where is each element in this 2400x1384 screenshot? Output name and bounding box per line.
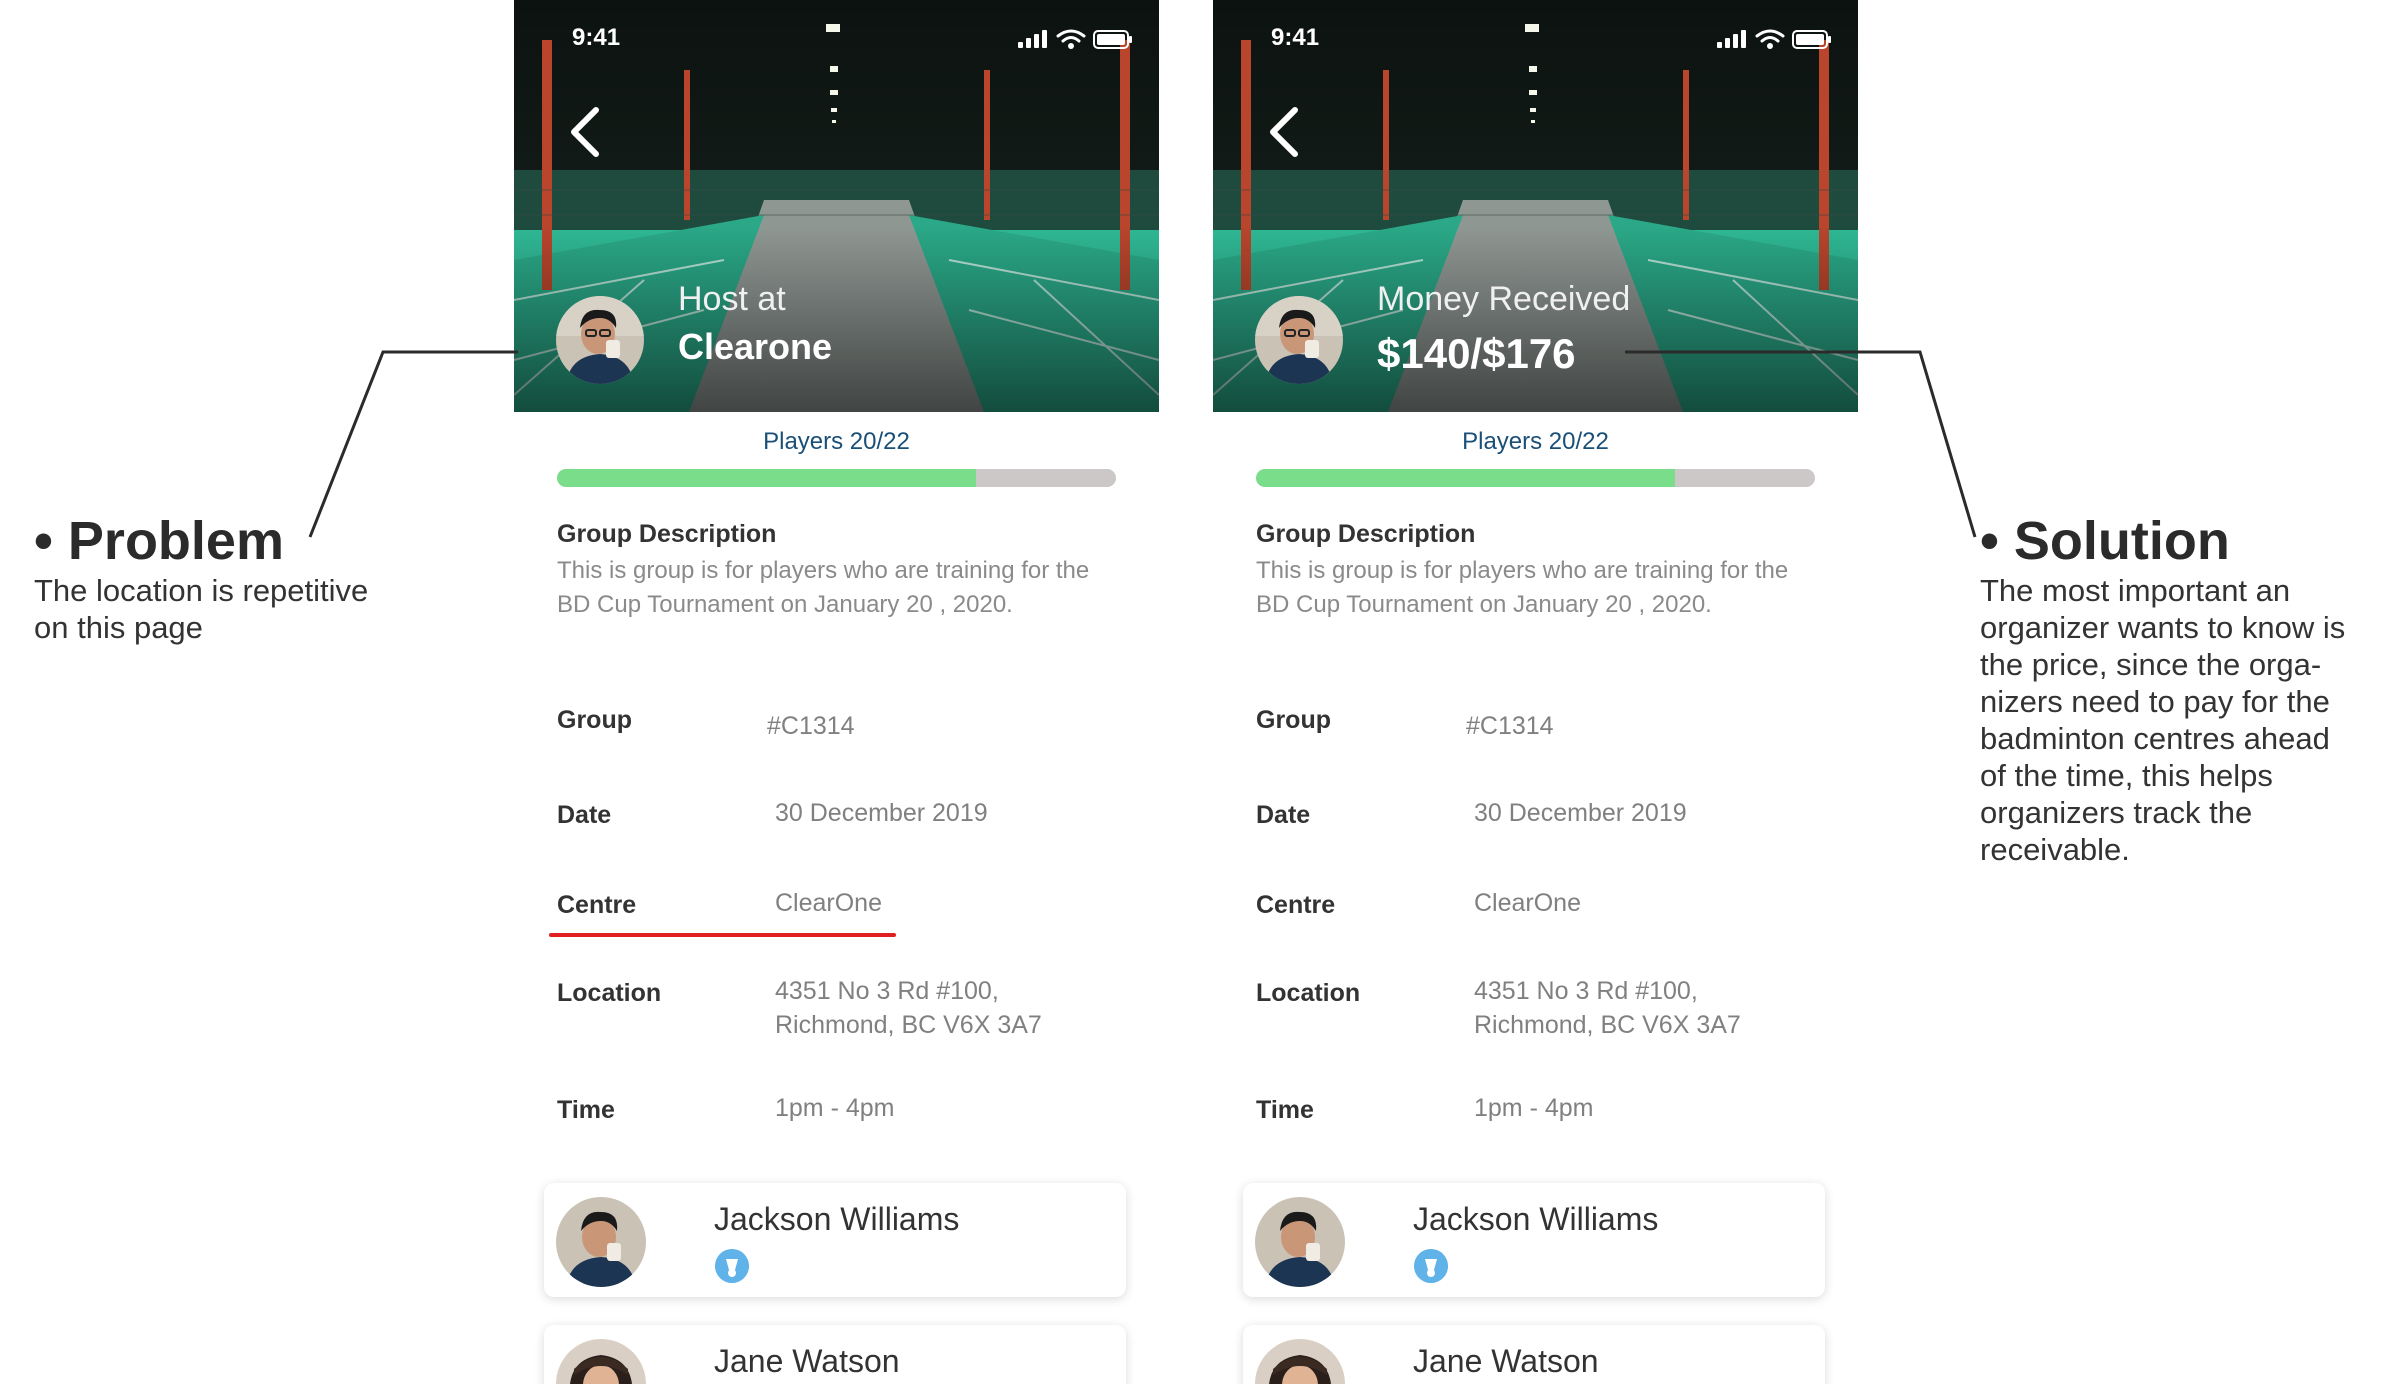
problem-body-line1: The location is repetitive	[34, 573, 369, 608]
players-count: Players 20/22	[763, 428, 910, 455]
location-value-line2: Richmond, BC V6X 3A7	[1474, 1011, 1741, 1039]
member-avatar	[1255, 1339, 1345, 1384]
shuttlecock-icon	[1414, 1249, 1448, 1283]
centre-label: Centre	[1256, 891, 1336, 919]
solution-body-line: organizers track the	[1980, 795, 2253, 830]
problem-body-line2: on this page	[34, 610, 203, 645]
players-progress-bar	[1256, 469, 1815, 487]
centre-highlight-underline	[549, 933, 896, 937]
wifi-icon	[1056, 29, 1086, 43]
group-description-title: Group Description	[557, 520, 777, 548]
group-value: #C1314	[767, 712, 855, 740]
solution-annotation: • Solution The most important an organiz…	[1980, 510, 2345, 868]
status-time: 9:41	[1271, 24, 1320, 51]
problem-annotation: • Problem The location is repetitive on …	[34, 510, 368, 646]
member-name: Jackson Williams	[714, 1201, 960, 1237]
time-label: Time	[1256, 1096, 1314, 1124]
location-label: Location	[1256, 979, 1361, 1007]
time-value: 1pm - 4pm	[1474, 1094, 1594, 1122]
date-label: Date	[557, 801, 612, 829]
solution-title: • Solution	[1980, 511, 2230, 571]
problem-screen: 9:41 Host at Clearone Players 20/22 Grou…	[514, 0, 1159, 1384]
group-label: Group	[1256, 706, 1331, 734]
member-name: Jane Watson	[714, 1343, 900, 1379]
group-description-text: This is group is for players who are tra…	[1256, 557, 1789, 618]
member-card[interactable]: Jane Watson	[544, 1325, 1126, 1384]
date-value: 30 December 2019	[1474, 799, 1687, 827]
battery-icon	[1792, 30, 1831, 49]
hero-title: Clearone	[678, 326, 833, 367]
solution-screen: 9:41 Money Received $140/$176 Players 20…	[1213, 0, 1858, 1384]
group-label: Group	[557, 706, 632, 734]
location-label: Location	[557, 979, 662, 1007]
member-name: Jackson Williams	[1413, 1201, 1659, 1237]
date-value: 30 December 2019	[775, 799, 988, 827]
players-count: Players 20/22	[1462, 428, 1609, 455]
status-time: 9:41	[572, 24, 621, 51]
solution-body-line: The most important an	[1980, 573, 2291, 608]
solution-body-line: nizers need to pay for the	[1980, 684, 2330, 719]
solution-body-line: of the time, this helps	[1980, 758, 2273, 793]
hero-banner: 9:41	[1213, 0, 1858, 412]
solution-body-line: organizer wants to know is	[1980, 610, 2346, 645]
member-card[interactable]: Jackson Williams	[1243, 1183, 1825, 1297]
back-arrow-icon[interactable]	[564, 104, 608, 160]
host-avatar[interactable]	[556, 296, 644, 384]
shuttlecock-icon	[715, 1249, 749, 1283]
location-value-line1: 4351 No 3 Rd #100,	[1474, 977, 1698, 1005]
member-avatar	[556, 1339, 646, 1384]
players-progress-fill	[1256, 469, 1676, 487]
member-card[interactable]: Jane Watson	[1243, 1325, 1825, 1384]
date-label: Date	[1256, 801, 1311, 829]
back-arrow-icon[interactable]	[1263, 104, 1307, 160]
hero-subtitle: Money Received	[1377, 280, 1631, 318]
solution-body-line: the price, since the orga-	[1980, 647, 2322, 682]
hero-banner: 9:41	[514, 0, 1159, 412]
group-description-title: Group Description	[1256, 520, 1476, 548]
group-description-text: This is group is for players who are tra…	[557, 557, 1090, 618]
battery-icon	[1093, 30, 1132, 49]
players-progress-bar	[557, 469, 1116, 487]
signal-icon	[1717, 30, 1746, 48]
location-value-line2: Richmond, BC V6X 3A7	[775, 1011, 1042, 1039]
location-value-line1: 4351 No 3 Rd #100,	[775, 977, 999, 1005]
host-avatar[interactable]	[1255, 296, 1343, 384]
problem-title: • Problem	[34, 511, 284, 571]
status-icons	[1018, 29, 1132, 49]
hero-subtitle: Host at	[678, 280, 786, 318]
member-card[interactable]: Jackson Williams	[544, 1183, 1126, 1297]
member-avatar	[1255, 1197, 1345, 1287]
centre-value: ClearOne	[775, 889, 882, 917]
centre-label: Centre	[557, 891, 637, 919]
wifi-icon	[1755, 29, 1785, 43]
solution-body-line: receivable.	[1980, 832, 2130, 867]
players-progress-fill	[557, 469, 977, 487]
member-name: Jane Watson	[1413, 1343, 1599, 1379]
signal-icon	[1018, 30, 1047, 48]
group-value: #C1314	[1466, 712, 1554, 740]
member-avatar	[556, 1197, 646, 1287]
solution-body-line: badminton centres ahead	[1980, 721, 2330, 756]
money-received-amount: $140/$176	[1377, 330, 1576, 377]
centre-value: ClearOne	[1474, 889, 1581, 917]
time-label: Time	[557, 1096, 615, 1124]
status-icons	[1717, 29, 1831, 49]
time-value: 1pm - 4pm	[775, 1094, 895, 1122]
